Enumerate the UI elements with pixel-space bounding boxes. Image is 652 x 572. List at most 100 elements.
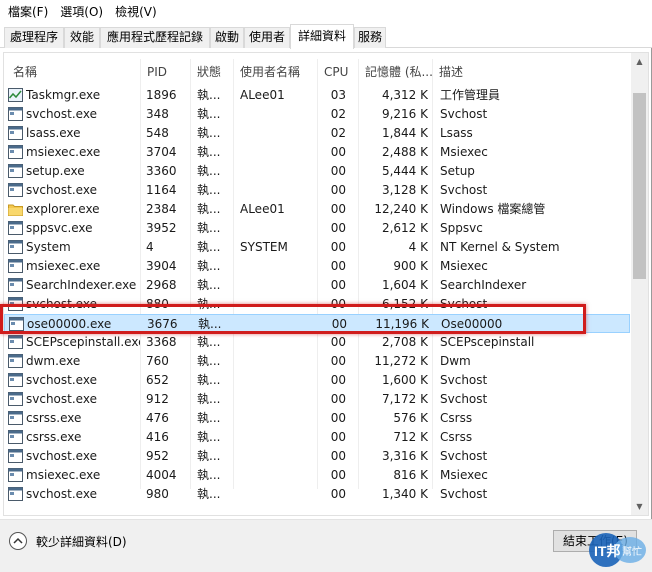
process-status: 執...	[197, 107, 221, 121]
table-row[interactable]: dwm.exe 760 執... 00 11,272 K Dwm	[4, 352, 630, 371]
process-description: Csrss	[440, 411, 473, 425]
scrollbar-thumb[interactable]	[633, 93, 646, 279]
process-user	[240, 390, 320, 409]
process-memory: 1,604 K	[381, 278, 428, 292]
process-pid: 2968	[146, 278, 177, 292]
table-row[interactable]: svchost.exe 652 執... 00 1,600 K Svchost	[4, 371, 630, 390]
menu-file[interactable]: 檔案(F)	[2, 1, 54, 23]
table-row[interactable]: setup.exe 3360 執... 00 5,444 K Setup	[4, 162, 630, 181]
tab-users[interactable]: 使用者	[244, 27, 290, 48]
process-name: csrss.exe	[26, 430, 82, 444]
process-cpu: 00	[330, 278, 346, 292]
process-memory: 3,128 K	[381, 183, 428, 197]
app-window-icon	[8, 259, 23, 273]
tab-startup[interactable]: 啟動	[210, 27, 244, 48]
column-header-pid[interactable]: PID	[140, 53, 192, 87]
scroll-down-arrow-icon[interactable]: ▼	[631, 498, 648, 515]
process-user	[240, 105, 320, 124]
process-name: svchost.exe	[26, 183, 97, 197]
process-pid: 4	[146, 240, 154, 254]
fewer-details-button[interactable]: 較少詳細資料(D)	[9, 529, 127, 553]
process-memory: 1,844 K	[381, 126, 428, 140]
process-user	[240, 257, 320, 276]
process-user	[240, 124, 320, 143]
table-row[interactable]: csrss.exe 416 執... 00 712 K Csrss	[4, 428, 630, 447]
menu-options[interactable]: 選項(O)	[54, 1, 109, 23]
process-user	[240, 333, 320, 352]
app-window-icon	[8, 126, 23, 140]
process-cpu: 00	[330, 411, 346, 425]
tab-processes[interactable]: 處理程序	[4, 27, 64, 48]
process-memory: 12,240 K	[374, 202, 428, 216]
table-row[interactable]: SearchIndexer.exe 2968 執... 00 1,604 K Search…	[4, 276, 630, 295]
table-row[interactable]: svchost.exe 348 執... 02 9,216 K Svchost	[4, 105, 630, 124]
table-row[interactable]: msiexec.exe 3704 執... 00 2,488 K Msiexec	[4, 143, 630, 162]
process-memory: 900 K	[393, 259, 428, 273]
vertical-scrollbar[interactable]: ▲ ▼	[631, 53, 648, 515]
table-row[interactable]: SCEPscepinstall.exe 3368 執... 00 2,708 K SCEP…	[4, 333, 630, 352]
process-description: Msiexec	[440, 259, 488, 273]
table-row[interactable]: csrss.exe 476 執... 00 576 K Csrss	[4, 409, 630, 428]
process-user: SYSTEM	[240, 240, 288, 254]
process-memory: 816 K	[393, 468, 428, 482]
table-row[interactable]: msiexec.exe 4004 執... 00 816 K Msiexec	[4, 466, 630, 485]
app-window-icon	[8, 411, 23, 425]
table-row[interactable]: explorer.exe 2384 執... ALee01 00 12,240 K Wind…	[4, 200, 630, 219]
process-user: ALee01	[240, 202, 285, 216]
menu-bar: 檔案(F) 選項(O) 檢視(V)	[0, 0, 652, 24]
process-cpu: 00	[330, 183, 346, 197]
column-header-status[interactable]: 狀態	[190, 53, 234, 87]
process-cpu: 00	[330, 468, 346, 482]
table-row[interactable]: System 4 執... SYSTEM 00 4 K NT Kernel & System	[4, 238, 630, 257]
process-status: 執...	[197, 240, 221, 254]
process-memory: 7,172 K	[381, 392, 428, 406]
menu-view[interactable]: 檢視(V)	[109, 1, 163, 23]
process-name: System	[26, 240, 71, 254]
process-status: 執...	[197, 487, 221, 501]
process-pid: 1164	[146, 183, 177, 197]
app-window-icon	[8, 107, 23, 121]
table-row[interactable]: sppsvc.exe 3952 執... 00 2,612 K Sppsvc	[4, 219, 630, 238]
app-window-icon	[8, 240, 23, 254]
scroll-up-arrow-icon[interactable]: ▲	[631, 53, 648, 70]
process-memory: 2,708 K	[381, 335, 428, 349]
process-pid: 3368	[146, 335, 177, 349]
table-row[interactable]: svchost.exe 912 執... 00 7,172 K Svchost	[4, 390, 630, 409]
app-window-icon	[8, 221, 23, 235]
process-memory: 5,444 K	[381, 164, 428, 178]
process-description: NT Kernel & System	[440, 240, 560, 254]
column-header-description[interactable]: 描述	[432, 53, 622, 87]
table-row[interactable]: svchost.exe 980 執... 00 1,340 K Svchost	[4, 485, 630, 504]
table-row[interactable]: svchost.exe 952 執... 00 3,316 K Svchost	[4, 447, 630, 466]
process-description: Sppsvc	[440, 221, 483, 235]
taskmgr-icon	[8, 88, 23, 102]
process-description: Setup	[440, 164, 475, 178]
app-window-icon	[8, 278, 23, 292]
tab-app-history[interactable]: 應用程式歷程記錄	[100, 27, 210, 48]
table-row[interactable]: Taskmgr.exe 1896 執... ALee01 03 4,312 K 工作管理員	[4, 86, 630, 105]
process-cpu: 00	[330, 335, 346, 349]
process-description: Svchost	[440, 107, 488, 121]
table-row[interactable]: msiexec.exe 3904 執... 00 900 K Msiexec	[4, 257, 630, 276]
app-window-icon	[8, 164, 23, 178]
process-cpu: 00	[330, 449, 346, 463]
svg-text:IT邦: IT邦	[594, 543, 620, 559]
column-header-cpu[interactable]: CPU	[317, 53, 357, 87]
table-row[interactable]: svchost.exe 1164 執... 00 3,128 K Svchost	[4, 181, 630, 200]
tab-details[interactable]: 詳細資料	[290, 24, 354, 49]
highlight-annotation-box	[0, 304, 586, 334]
process-name: explorer.exe	[26, 202, 100, 216]
column-header-memory[interactable]: 記憶體 (私...	[358, 53, 434, 87]
tab-services[interactable]: 服務	[354, 27, 386, 48]
process-memory: 3,316 K	[381, 449, 428, 463]
column-header-name[interactable]: 名稱	[6, 53, 140, 87]
table-row[interactable]: lsass.exe 548 執... 02 1,844 K Lsass	[4, 124, 630, 143]
process-name: sppsvc.exe	[26, 221, 93, 235]
column-header-user[interactable]: 使用者名稱	[233, 53, 319, 87]
app-window-icon	[8, 354, 23, 368]
process-user	[240, 162, 320, 181]
process-description: Svchost	[440, 449, 488, 463]
process-description: SCEPscepinstall	[440, 335, 535, 349]
tab-performance[interactable]: 效能	[64, 27, 100, 48]
process-pid: 416	[146, 430, 169, 444]
